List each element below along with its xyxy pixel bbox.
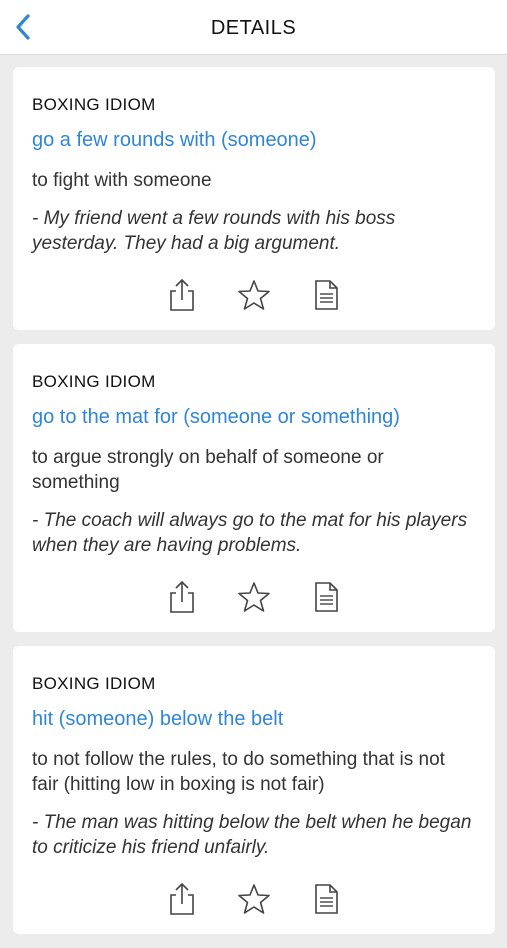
card-actions [32,580,476,616]
notes-button[interactable] [309,882,343,916]
navigation-bar: DETAILS [0,0,507,55]
star-icon [238,280,270,310]
favorite-button[interactable] [237,278,271,312]
idiom-title: go to the mat for (someone or something) [32,406,400,428]
idiom-list: BOXING IDIOM go a few rounds with (someo… [13,67,495,948]
document-icon [315,884,338,914]
idiom-card: BOXING IDIOM go to the mat for (someone … [13,344,495,632]
document-icon [315,582,338,612]
favorite-button[interactable] [237,882,271,916]
idiom-meaning: to fight with someone [32,170,212,191]
star-icon [238,884,270,914]
share-icon [170,882,194,915]
share-button[interactable] [165,580,199,614]
idiom-card: BOXING IDIOM go a few rounds with (someo… [13,67,495,330]
share-icon [170,580,194,613]
idiom-example: - My friend went a few rounds with his b… [32,208,396,254]
share-button[interactable] [165,278,199,312]
idiom-example: - The coach will always go to the mat fo… [32,510,468,556]
star-icon [238,582,270,612]
card-actions [32,278,476,314]
card-actions [32,882,476,918]
idiom-meaning: to not follow the rules, to do something… [32,749,445,795]
page-title: DETAILS [210,17,297,39]
idiom-example: - The man was hitting below the belt whe… [32,812,472,858]
category-label: BOXING IDIOM [32,372,156,391]
notes-button[interactable] [309,580,343,614]
category-label: BOXING IDIOM [32,674,156,693]
idiom-title: go a few rounds with (someone) [32,129,317,151]
document-icon [315,280,338,310]
idiom-meaning: to argue strongly on behalf of someone o… [32,447,384,493]
idiom-card: BOXING IDIOM hit (someone) below the bel… [13,646,495,934]
idiom-title: hit (someone) below the belt [32,708,284,730]
favorite-button[interactable] [237,580,271,614]
share-icon [170,278,194,311]
category-label: BOXING IDIOM [32,95,156,114]
share-button[interactable] [165,882,199,916]
notes-button[interactable] [309,278,343,312]
